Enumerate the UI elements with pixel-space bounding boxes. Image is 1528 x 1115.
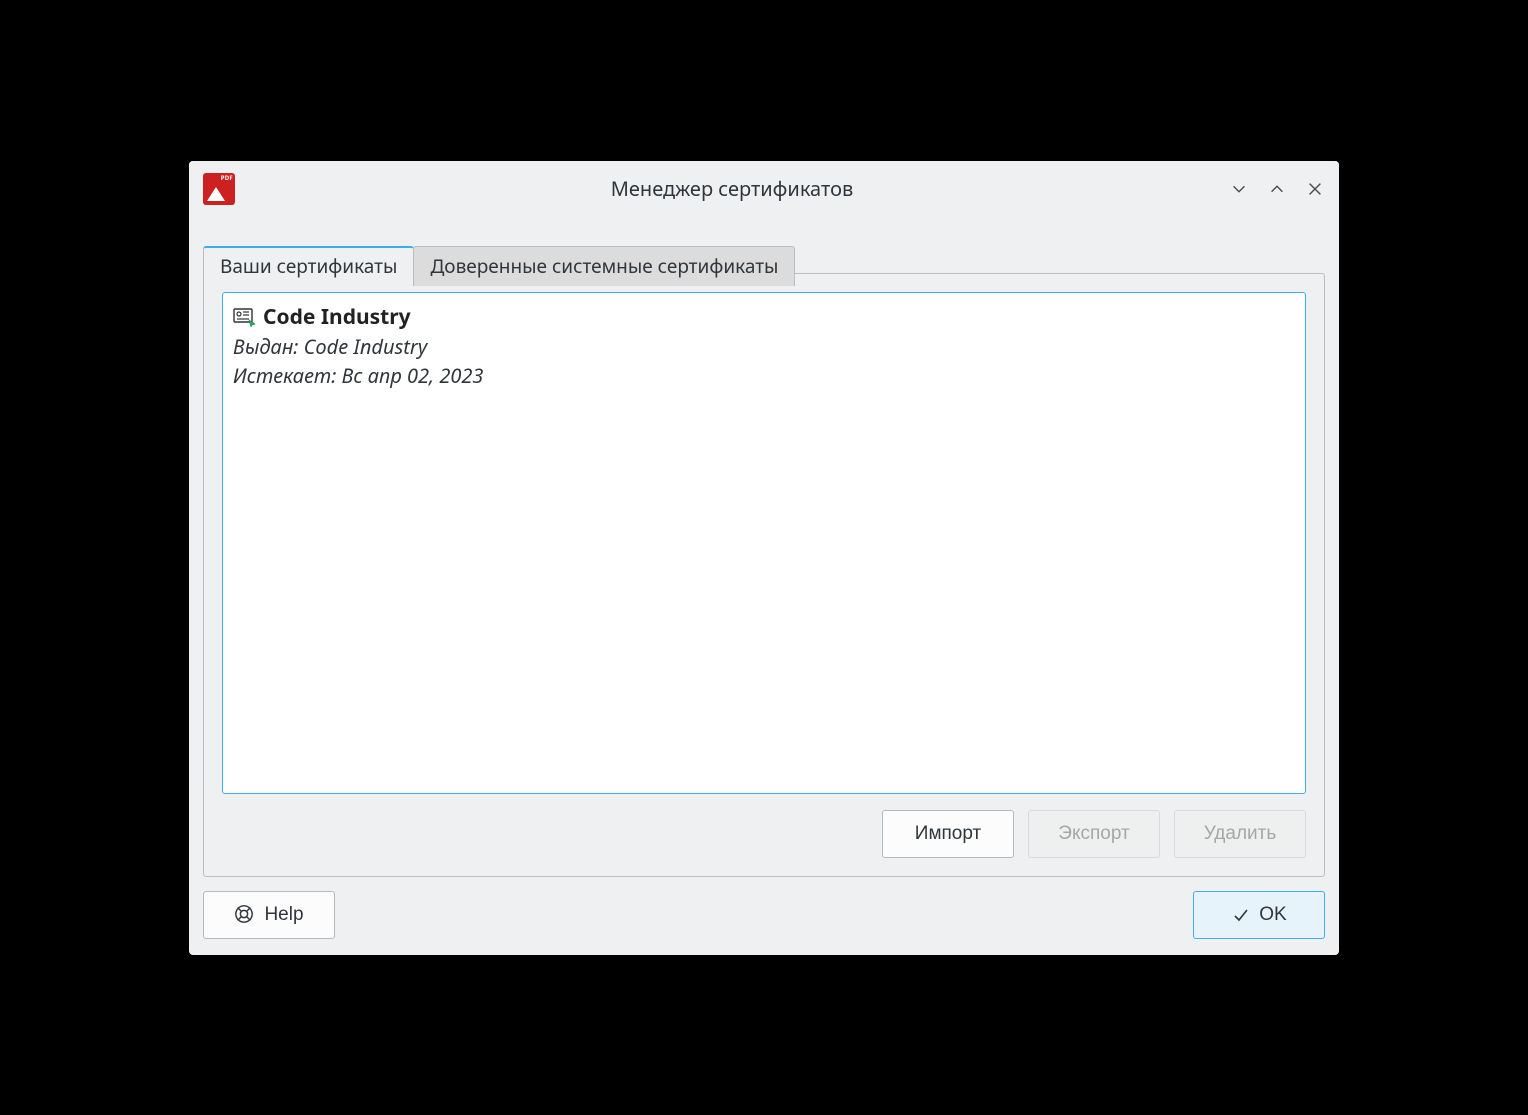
window-title: Менеджер сертификатов: [235, 175, 1229, 202]
check-icon: [1231, 905, 1251, 925]
certificate-header: Code Industry: [233, 303, 1295, 331]
button-label: Help: [264, 904, 303, 926]
close-icon: [1306, 180, 1324, 198]
dialog-footer: Help OK: [203, 891, 1325, 939]
tab-frame: Ваши сертификаты Доверенные системные се…: [203, 273, 1325, 877]
delete-button[interactable]: Удалить: [1174, 810, 1306, 858]
button-label: OK: [1259, 904, 1286, 926]
certificate-actions: Импорт Экспорт Удалить: [222, 810, 1306, 858]
ok-button[interactable]: OK: [1193, 891, 1325, 939]
dialog-content: Ваши сертификаты Доверенные системные се…: [189, 217, 1339, 955]
titlebar: Менеджер сертификатов: [189, 161, 1339, 217]
tab-label: Доверенные системные сертификаты: [430, 253, 778, 279]
export-button[interactable]: Экспорт: [1028, 810, 1160, 858]
button-label: Импорт: [915, 823, 981, 845]
certificate-icon: [233, 307, 257, 327]
tab-trusted-certificates[interactable]: Доверенные системные сертификаты: [413, 246, 795, 286]
maximize-button[interactable]: [1267, 179, 1287, 199]
tab-your-certificates[interactable]: Ваши сертификаты: [203, 246, 414, 286]
help-button[interactable]: Help: [203, 891, 335, 939]
import-button[interactable]: Импорт: [882, 810, 1014, 858]
button-label: Экспорт: [1058, 823, 1129, 845]
tab-label: Ваши сертификаты: [220, 253, 397, 279]
certificate-list[interactable]: Code Industry Выдан: Code Industry Истек…: [222, 292, 1306, 794]
button-label: Удалить: [1204, 823, 1277, 845]
certificate-manager-dialog: Менеджер сертификатов Ваши сертификаты Д…: [189, 161, 1339, 955]
chevron-down-icon: [1230, 180, 1248, 198]
chevron-up-icon: [1268, 180, 1286, 198]
close-button[interactable]: [1305, 179, 1325, 199]
window-controls: [1229, 179, 1325, 199]
app-icon: [203, 173, 235, 205]
minimize-button[interactable]: [1229, 179, 1249, 199]
certificate-name: Code Industry: [263, 303, 411, 331]
certificate-expires: Истекает: Вс апр 02, 2023: [233, 362, 1295, 389]
tab-bar: Ваши сертификаты Доверенные системные се…: [203, 246, 794, 286]
certificate-issued-by: Выдан: Code Industry: [233, 333, 1295, 360]
help-icon: [234, 904, 256, 926]
certificate-item[interactable]: Code Industry Выдан: Code Industry Истек…: [233, 303, 1295, 389]
